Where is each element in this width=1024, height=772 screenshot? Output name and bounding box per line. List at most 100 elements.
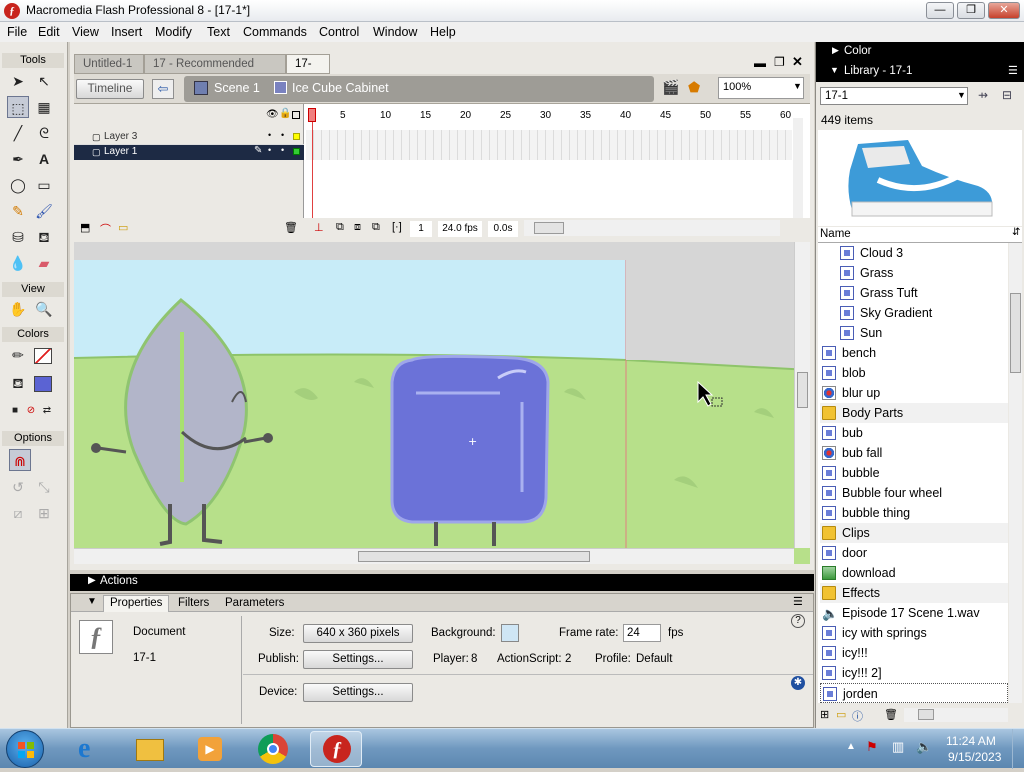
color-panel-header[interactable]: ▶ Color [816, 42, 1024, 62]
pencil-icon[interactable]: ✎ [7, 200, 29, 222]
list-item[interactable]: bubble thing [820, 503, 1008, 523]
panel-menu-icon[interactable]: ☰ [793, 595, 803, 608]
list-item[interactable]: bench [820, 343, 1008, 363]
oval-icon[interactable]: ◯ [7, 174, 29, 196]
help-icon[interactable]: ? [791, 614, 805, 628]
delete-icon[interactable]: 🗑 [884, 708, 898, 721]
background-color-swatch[interactable] [501, 624, 519, 642]
panel-menu-icon[interactable]: ☰ [1008, 64, 1018, 77]
list-item[interactable]: 🔈 Episode 17 Scene 1.wav [820, 603, 1008, 623]
list-item[interactable]: icy with springs [820, 623, 1008, 643]
list-item[interactable]: icy!!! 2] [820, 663, 1008, 683]
menu-insert[interactable]: Insert [111, 25, 142, 39]
timeline-hscrollbar[interactable] [524, 220, 780, 236]
stage-canvas[interactable]: + [73, 242, 811, 564]
list-item[interactable]: bubble [820, 463, 1008, 483]
zoom-select[interactable]: 100% ▼ [718, 77, 804, 99]
menu-edit[interactable]: Edit [38, 25, 60, 39]
stage-hscrollbar[interactable] [74, 548, 794, 564]
motion-guide-icon[interactable]: ⌒ [100, 221, 111, 237]
lasso-icon[interactable]: ᘓ [33, 122, 55, 144]
insert-folder-icon[interactable]: ▭ [118, 221, 128, 234]
list-item[interactable]: bub fall [820, 443, 1008, 463]
show-desktop-button[interactable] [1012, 729, 1024, 769]
list-item[interactable]: door [820, 543, 1008, 563]
pin-icon[interactable]: ⇸ [978, 88, 988, 102]
library-doc-select[interactable]: 17-1 ▼ [820, 87, 968, 105]
new-folder-icon[interactable]: ▭ [836, 708, 846, 721]
scroll-thumb[interactable] [358, 551, 590, 562]
frame-grid[interactable] [306, 130, 792, 160]
scroll-thumb[interactable] [797, 372, 808, 408]
gradient-transform-icon[interactable]: ▦ [33, 96, 55, 118]
paint-bucket-icon[interactable]: ⛾ [33, 226, 55, 248]
insert-layer-icon[interactable]: ⬒ [80, 221, 90, 234]
edit-scene-icon[interactable]: 🎬 [662, 79, 679, 96]
new-symbol-icon[interactable]: ⊞ [820, 708, 829, 721]
list-item[interactable]: blur up [820, 383, 1008, 403]
framerate-input[interactable]: 24 [623, 624, 661, 642]
chrome-icon[interactable] [246, 731, 298, 767]
fill-color-swatch[interactable] [34, 376, 52, 392]
stroke-color-icon[interactable]: ✏ [7, 344, 29, 366]
outline-icon[interactable] [292, 111, 300, 119]
minimize-button[interactable]: — [926, 2, 954, 19]
ink-bottle-icon[interactable]: ⛁ [7, 226, 29, 248]
doc-minimize-icon[interactable]: ▬ [754, 56, 766, 70]
onion-markers-icon[interactable]: [·] [392, 221, 402, 233]
swap-colors-icon[interactable]: ⇄ [36, 400, 58, 422]
tab-filters[interactable]: Filters [178, 597, 209, 609]
menu-window[interactable]: Window [373, 25, 417, 39]
menu-modify[interactable]: Modify [155, 25, 192, 39]
edit-multiple-icon[interactable]: ⧉ [372, 221, 380, 234]
center-frame-icon[interactable]: ⊥ [314, 221, 324, 234]
stroke-color-swatch[interactable] [34, 348, 52, 364]
scroll-thumb[interactable] [918, 709, 934, 720]
frame-ruler[interactable]: 1 5 10 15 20 25 30 35 40 45 50 55 60 [306, 108, 792, 128]
network-icon[interactable]: ▥ [892, 739, 904, 755]
tab-parameters[interactable]: Parameters [225, 597, 284, 609]
timeline-toggle-button[interactable]: Timeline [76, 79, 144, 99]
subselection-icon[interactable]: ↖ [33, 70, 55, 92]
brush-icon[interactable]: 🖌 [33, 200, 55, 222]
list-item[interactable]: bub [820, 423, 1008, 443]
onion-outline-icon[interactable]: ⧈ [354, 221, 361, 234]
pen-icon[interactable]: ✒ [7, 148, 29, 170]
list-item-selected[interactable]: jorden [820, 683, 1008, 703]
menu-control[interactable]: Control [319, 25, 359, 39]
list-item[interactable]: Body Parts [820, 403, 1008, 423]
distort-icon[interactable]: ⧄ [7, 502, 29, 524]
menu-view[interactable]: View [72, 25, 99, 39]
collapse-arrow-icon[interactable]: ▼ [87, 596, 97, 607]
internet-explorer-icon[interactable]: e [64, 731, 116, 767]
menu-help[interactable]: Help [430, 25, 456, 39]
menu-text[interactable]: Text [207, 25, 230, 39]
stage-area[interactable]: + [73, 242, 811, 564]
eraser-icon[interactable]: ▰ [33, 252, 55, 274]
show-hidden-icons-icon[interactable]: ▲ [846, 741, 856, 752]
doc-restore-icon[interactable]: ❐ [774, 55, 785, 69]
accessibility-icon[interactable]: ✱ [791, 676, 805, 690]
back-arrow-icon[interactable]: ⇦ [152, 79, 174, 99]
action-center-icon[interactable]: ⚑ [866, 739, 878, 755]
device-settings-button[interactable]: Settings... [303, 683, 413, 702]
menu-commands[interactable]: Commands [243, 25, 307, 39]
snap-magnet-icon[interactable]: ⋒ [9, 449, 31, 471]
free-transform-icon[interactable]: ⬚ [7, 96, 29, 118]
volume-icon[interactable]: 🔈 [916, 739, 932, 755]
list-item[interactable]: Cloud 3 [820, 243, 1008, 263]
list-item[interactable]: Sky Gradient [820, 303, 1008, 323]
fill-color-icon[interactable]: ⛾ [7, 372, 29, 394]
line-icon[interactable]: ╱ [7, 122, 29, 144]
library-vscrollbar[interactable] [1009, 243, 1022, 703]
arrow-icon[interactable]: ➤ [7, 70, 29, 92]
lock-icon[interactable]: 🔒 [279, 108, 291, 119]
scale-icon[interactable]: ⤡ [33, 476, 55, 498]
list-item[interactable]: Clips [820, 523, 1008, 543]
onion-skin-icon[interactable]: ⧉ [336, 221, 344, 234]
new-library-icon[interactable]: ⊟ [1002, 88, 1012, 102]
list-item[interactable]: Grass Tuft [820, 283, 1008, 303]
eye-icon[interactable]: 👁 [266, 109, 279, 120]
eyedropper-icon[interactable]: 💧 [7, 252, 29, 274]
close-button[interactable]: ✕ [988, 2, 1020, 19]
